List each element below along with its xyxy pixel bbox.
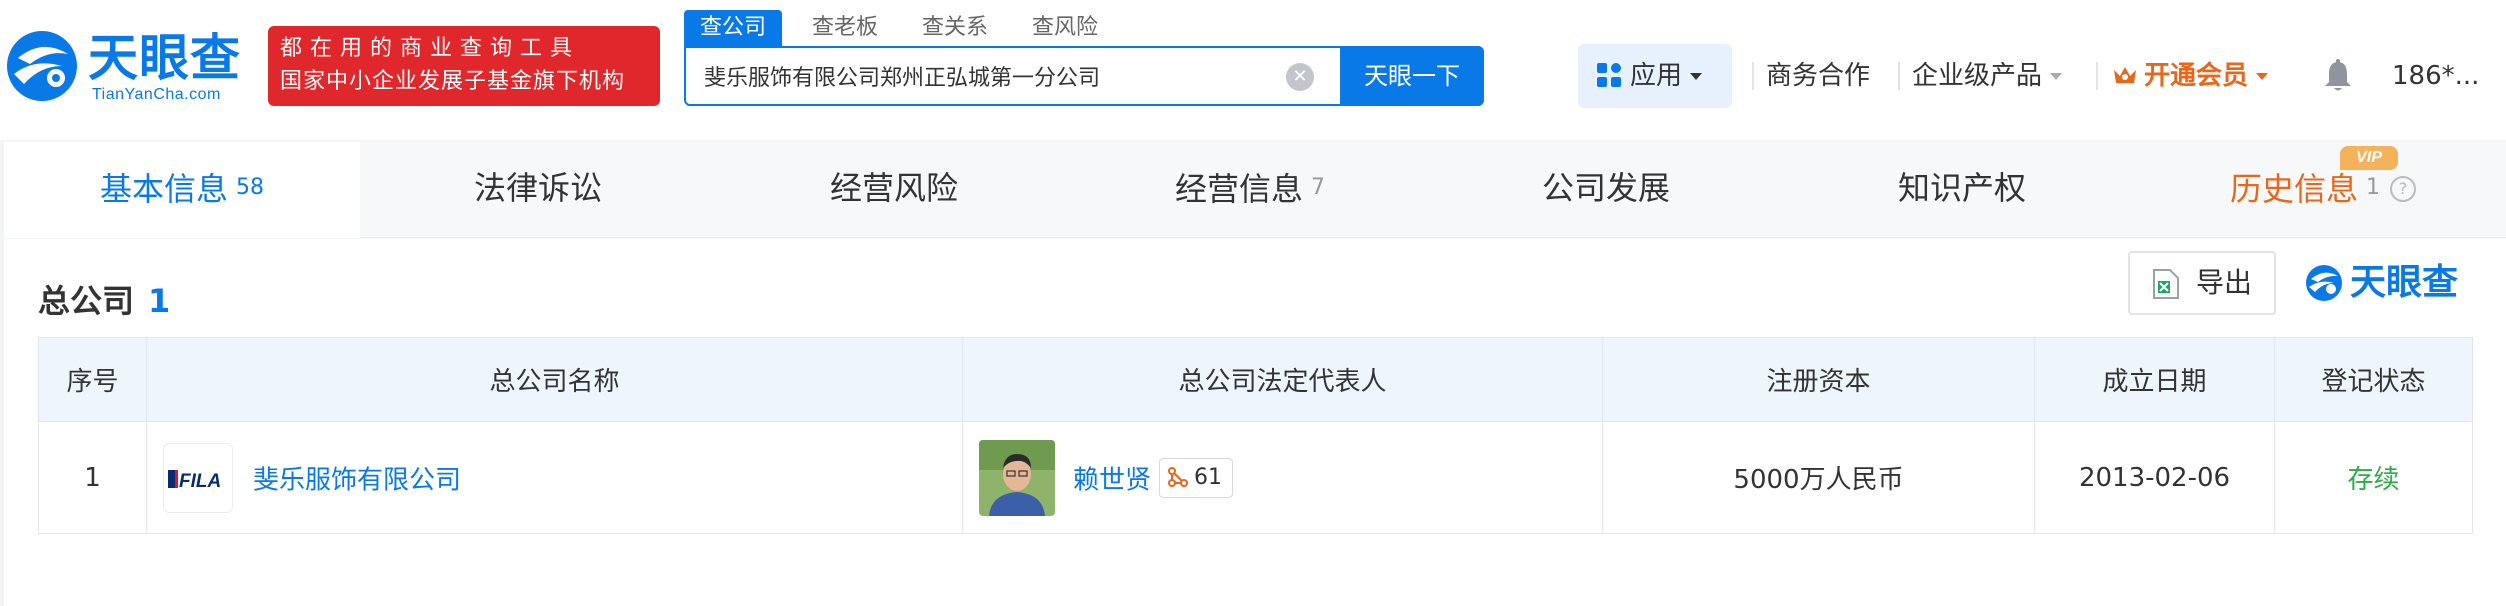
fila-logo-graphic: FILA — [168, 469, 221, 492]
row-index: 1 — [38, 421, 147, 534]
help-icon[interactable]: ? — [2390, 176, 2416, 202]
nav-open-vip[interactable]: 开通会员 — [2112, 56, 2269, 96]
column-header-index: 序号 — [38, 337, 147, 422]
svg-text:FILA: FILA — [179, 471, 221, 492]
export-label: 导出 — [2196, 266, 2253, 299]
logo-text: 天眼查 — [88, 29, 241, 87]
legal-rep-link[interactable]: 赖世贤 — [1073, 465, 1151, 495]
search-button[interactable]: 天眼一下 — [1340, 46, 1484, 106]
nav-divider — [1752, 62, 1754, 90]
date-cell: 2013-02-06 — [2034, 421, 2275, 534]
column-header-status: 登记状态 — [2274, 337, 2473, 422]
detail-tabs: 基本信息 58 法律诉讼 经营风险 经营信息 7 公司发展 知识产权 历史信息 1? … — [4, 142, 2506, 238]
tab-basic-info[interactable]: 基本信息 58 — [4, 142, 360, 238]
relation-graph-icon — [1168, 466, 1189, 487]
relation-count-badge[interactable]: 61 — [1159, 457, 1234, 498]
tianyancha-logo-icon — [7, 31, 77, 101]
nav-divider — [2096, 62, 2098, 90]
tab-history[interactable]: 历史信息 1? — [2140, 142, 2506, 238]
crown-icon — [2114, 67, 2136, 83]
tab-label: 经营信息 — [1174, 170, 1303, 208]
tab-label: 知识产权 — [1897, 169, 2026, 207]
relation-count: 61 — [1194, 464, 1223, 490]
site-logo[interactable]: 天眼查 TianYanCha.com — [4, 26, 254, 106]
user-account[interactable]: 186*... — [2392, 56, 2479, 96]
promo-line-1: 都在用的商业查询工具 — [280, 36, 581, 61]
parent-company-panel: 总公司 1 导出 天眼查 序号 总公司名称 总公司法定代表人 注册资本 成立日期… — [4, 239, 2506, 606]
apps-grid-icon — [1597, 63, 1621, 87]
search-input[interactable] — [686, 48, 1324, 104]
promo-line-2: 国家中小企业发展子基金旗下机构 — [280, 69, 626, 94]
person-photo — [979, 439, 1055, 516]
status-text: 存续 — [2347, 465, 2400, 495]
table-row: 1 FILA 斐乐服饰有限公司 赖世贤 61 5000万人民币 2013-02-… — [38, 421, 2473, 534]
tab-business-risk[interactable]: 经营风险 — [716, 142, 1072, 238]
tab-business-info[interactable]: 经营信息 7 — [1072, 142, 1428, 238]
tab-label: 历史信息 — [2229, 170, 2358, 208]
table-header-row: 序号 总公司名称 总公司法定代表人 注册资本 成立日期 登记状态 — [38, 337, 2473, 422]
clear-icon[interactable]: ✕ — [1286, 63, 1314, 91]
legal-rep-cell: 赖世贤 61 — [962, 421, 1603, 534]
tab-label: 经营风险 — [829, 169, 958, 207]
tab-count: 1 — [2366, 175, 2380, 200]
chevron-down-icon — [2050, 73, 2063, 80]
bell-icon[interactable] — [2322, 58, 2354, 94]
promo-banner[interactable]: 都在用的商业查询工具 国家中小企业发展子基金旗下机构 — [268, 26, 660, 106]
nav-divider — [1898, 62, 1900, 90]
tab-count: 7 — [1311, 175, 1325, 200]
tab-legal[interactable]: 法律诉讼 — [360, 142, 716, 238]
search-bar: ✕ 天眼一下 — [684, 46, 1484, 106]
search-tab-relation[interactable]: 查关系 — [906, 10, 1004, 46]
capital-cell: 5000万人民币 — [1602, 421, 2035, 534]
apps-menu-button[interactable]: 应用 — [1578, 44, 1732, 108]
parent-company-table: 序号 总公司名称 总公司法定代表人 注册资本 成立日期 登记状态 1 FILA — [38, 337, 2473, 534]
tab-label: 法律诉讼 — [473, 169, 602, 207]
section-title-text: 总公司 — [38, 282, 135, 320]
column-header-date: 成立日期 — [2034, 337, 2275, 422]
avatar[interactable] — [979, 439, 1055, 516]
search-tab-company[interactable]: 查公司 — [684, 10, 783, 46]
fila-logo[interactable]: FILA — [163, 442, 233, 513]
brand-text: 天眼查 — [2350, 262, 2459, 303]
search-tab-boss[interactable]: 查老板 — [796, 10, 894, 46]
nav-business-cooperation[interactable]: 商务合作 — [1766, 56, 1870, 96]
section-count: 1 — [148, 282, 171, 320]
company-name-link[interactable]: 斐乐服饰有限公司 — [253, 465, 461, 495]
tab-label: 公司发展 — [1541, 169, 1670, 207]
column-header-legal-rep: 总公司法定代表人 — [962, 337, 1603, 422]
excel-icon — [2153, 269, 2179, 299]
tab-count: 58 — [236, 175, 264, 200]
export-button[interactable]: 导出 — [2128, 251, 2276, 315]
status-cell: 存续 — [2274, 421, 2473, 534]
company-cell: FILA 斐乐服饰有限公司 — [146, 421, 963, 534]
top-header: 天眼查 TianYanCha.com 都在用的商业查询工具 国家中小企业发展子基… — [0, 0, 2506, 140]
nav-enterprise-label: 企业级产品 — [1912, 61, 2043, 91]
column-header-capital: 注册资本 — [1602, 337, 2035, 422]
tab-label: 基本信息 — [99, 170, 228, 208]
tianyancha-logo-icon — [2306, 265, 2342, 301]
brand-watermark: 天眼查 — [2304, 257, 2474, 309]
nav-enterprise-products[interactable]: 企业级产品 — [1912, 56, 2063, 96]
section-title: 总公司 1 — [38, 259, 170, 343]
tab-development[interactable]: 公司发展 — [1428, 142, 1784, 238]
logo-domain: TianYanCha.com — [92, 86, 221, 103]
vip-label: 开通会员 — [2144, 61, 2249, 91]
chevron-down-icon — [2256, 73, 2269, 80]
apps-label: 应用 — [1630, 61, 1683, 91]
search-tab-risk[interactable]: 查风险 — [1016, 10, 1114, 46]
chevron-down-icon — [1690, 73, 1703, 80]
tab-ip[interactable]: 知识产权 — [1784, 142, 2140, 238]
vip-badge: VIP — [2340, 146, 2398, 170]
column-header-company: 总公司名称 — [146, 337, 963, 422]
